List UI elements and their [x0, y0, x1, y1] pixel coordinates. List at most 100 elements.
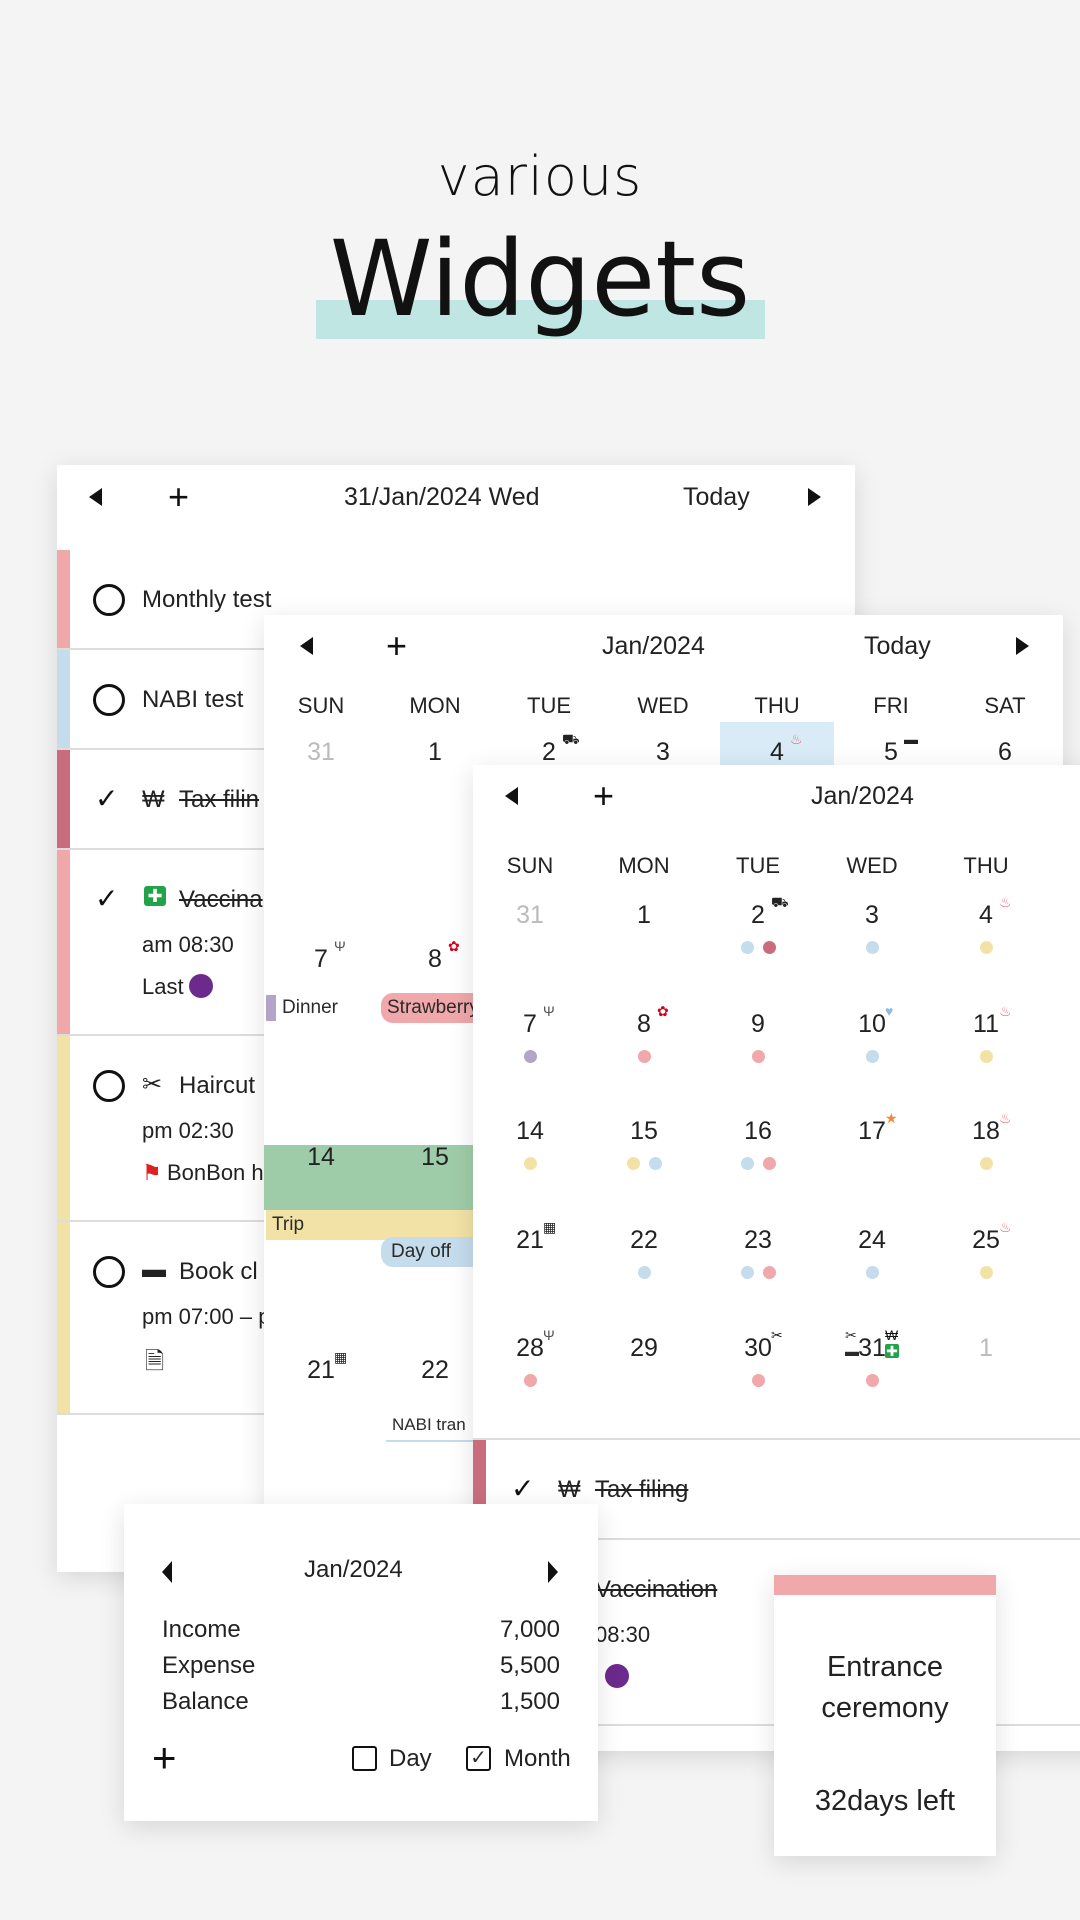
car-icon: ⛟	[771, 894, 789, 910]
color-stripe	[57, 550, 70, 648]
hero-subtitle: various	[437, 145, 643, 208]
day-cell-1[interactable]: 1	[378, 738, 492, 767]
utensils-icon: Ψ	[543, 1003, 555, 1019]
add-button[interactable]: +	[593, 778, 614, 814]
day-cell-17[interactable]: 17	[815, 1117, 929, 1146]
checkbox-circle[interactable]	[93, 684, 125, 716]
next-day-button[interactable]	[808, 488, 821, 506]
day-cell-15[interactable]: 15	[587, 1117, 701, 1146]
check-icon[interactable]: ✓	[95, 782, 118, 815]
event-dot	[762, 1157, 776, 1170]
item-note: BonBon h	[167, 1160, 264, 1185]
book-icon: ▬	[904, 731, 918, 747]
person-emoji-icon	[189, 974, 213, 998]
person-emoji-icon	[605, 1664, 629, 1688]
day-cell-1[interactable]: 1	[587, 901, 701, 930]
weekday-label-thu: THU	[963, 853, 1009, 878]
color-stripe	[57, 1036, 70, 1220]
today-button[interactable]: Today	[864, 632, 931, 661]
day-label: Day	[389, 1745, 432, 1772]
event-dot	[751, 1050, 765, 1063]
day-cell-18[interactable]: 18	[929, 1117, 1043, 1146]
prev-day-button[interactable]	[89, 488, 102, 506]
day-cell-2[interactable]: 2	[492, 738, 606, 767]
day-cell-7[interactable]: 7	[473, 1010, 587, 1039]
day-cell-21[interactable]: 21	[473, 1226, 587, 1255]
event-dot	[979, 941, 993, 954]
day-cell-11[interactable]: 11	[929, 1010, 1043, 1039]
day-cell-5[interactable]: 5	[834, 738, 948, 767]
day-cell-31[interactable]: 31	[264, 738, 378, 767]
day-cell-9[interactable]: 9	[701, 1010, 815, 1039]
color-stripe	[57, 650, 70, 748]
day-cell-28[interactable]: 28	[473, 1334, 587, 1363]
meditate-icon: ♨	[999, 1003, 1012, 1019]
item-title: NABI test	[142, 686, 244, 713]
add-button[interactable]: +	[386, 628, 407, 664]
day-cell-25[interactable]: 25	[929, 1226, 1043, 1255]
check-icon[interactable]: ✓	[95, 882, 118, 915]
event-dot	[865, 1374, 879, 1387]
add-button[interactable]: +	[168, 479, 189, 515]
day-cell-31[interactable]: 31	[473, 901, 587, 930]
day-cell-14[interactable]: 14	[473, 1117, 587, 1146]
won-icon: ₩	[885, 1327, 899, 1343]
prev-month-button[interactable]	[300, 637, 313, 655]
dday-title-line1: Entrance	[826, 1651, 944, 1683]
event-dot	[740, 941, 754, 954]
add-button[interactable]: +	[152, 1737, 177, 1779]
day-cell-29[interactable]: 29	[587, 1334, 701, 1363]
expense-value: 5,500	[499, 1652, 560, 1679]
month-checkbox[interactable]: ✓	[466, 1746, 491, 1771]
color-stripe	[57, 850, 70, 1034]
day-cell-6[interactable]: 6	[948, 738, 1062, 767]
event-dot	[865, 1050, 879, 1063]
event-dot	[637, 1266, 651, 1279]
checkbox-circle[interactable]	[93, 1256, 125, 1288]
prev-month-button[interactable]	[505, 787, 518, 805]
day-cell-4[interactable]: 4	[929, 901, 1043, 930]
next-month-button[interactable]	[548, 1561, 558, 1583]
month-title: Jan/2024	[602, 632, 705, 660]
checkbox-circle[interactable]	[93, 584, 125, 616]
day-cell-8[interactable]: 8	[587, 1010, 701, 1039]
day-cell-22[interactable]: 22	[587, 1226, 701, 1255]
day-cell-16[interactable]: 16	[701, 1117, 815, 1146]
event-dot	[865, 1266, 879, 1279]
day-cell-1[interactable]: 1	[929, 1334, 1043, 1363]
checkbox-circle[interactable]	[93, 1070, 125, 1102]
day-cell-14[interactable]: 14	[264, 1143, 378, 1172]
day-cell-21[interactable]: 21	[264, 1356, 378, 1385]
utensils-icon: Ψ	[543, 1327, 555, 1343]
day-cell-2[interactable]: 2	[701, 901, 815, 930]
month-label: Month	[504, 1745, 571, 1772]
event-dot	[865, 941, 879, 954]
day-cell-3[interactable]: 3	[606, 738, 720, 767]
today-button[interactable]: Today	[683, 483, 750, 512]
day-cell-24[interactable]: 24	[815, 1226, 929, 1255]
event-dot	[979, 1050, 993, 1063]
event-dinner[interactable]: Dinner	[276, 993, 376, 1023]
day-cell-4[interactable]: 4	[720, 738, 834, 767]
day-cell-30[interactable]: 30	[701, 1334, 815, 1363]
day-cell-31[interactable]: 31	[815, 1334, 929, 1363]
day-cell-3[interactable]: 3	[815, 901, 929, 930]
scissors-icon: ✂	[845, 1327, 857, 1343]
event-dot	[751, 1374, 765, 1387]
check-icon[interactable]: ✓	[511, 1472, 534, 1505]
expense-label: Expense	[162, 1652, 256, 1679]
item-time: pm 07:00 – p	[142, 1304, 271, 1329]
day-checkbox[interactable]	[352, 1746, 377, 1771]
day-cell-23[interactable]: 23	[701, 1226, 815, 1255]
item-title: Tax filing	[595, 1476, 689, 1503]
event-dot	[979, 1266, 993, 1279]
document-icon[interactable]: 🗎	[145, 1344, 164, 1385]
prev-month-button[interactable]	[162, 1561, 172, 1583]
weekday-label-mon: MON	[409, 693, 461, 718]
day-cell-10[interactable]: 10	[815, 1010, 929, 1039]
flower-icon: ✿	[448, 938, 460, 954]
event-trip[interactable]: Trip	[266, 1210, 492, 1240]
day-cell-7[interactable]: 7	[264, 945, 378, 974]
item-title: Book cl	[179, 1258, 258, 1285]
next-month-button[interactable]	[1016, 637, 1029, 655]
